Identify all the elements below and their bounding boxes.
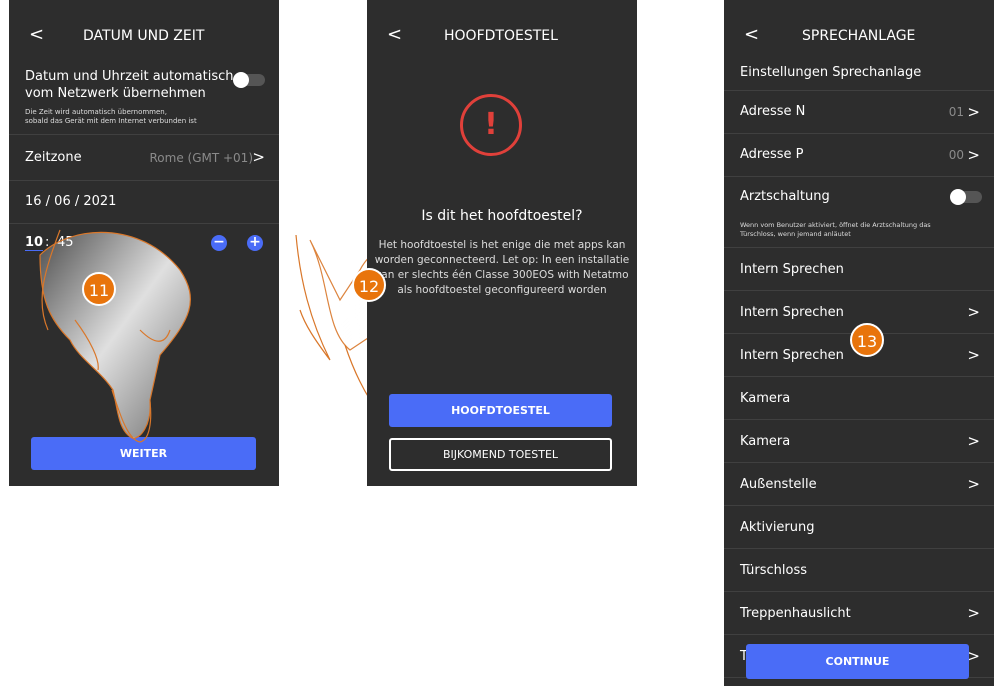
- chevron-right-icon: >: [252, 148, 265, 166]
- back-chevron-icon[interactable]: <: [29, 24, 44, 45]
- auto-time-label-2: vom Netzwerk übernehmen: [25, 86, 206, 101]
- list-item[interactable]: Intern Sprechen: [724, 248, 994, 291]
- chevron-right-icon: >: [967, 303, 980, 321]
- adresse-p-row[interactable]: Adresse P 00 >: [724, 134, 994, 177]
- screen-hoofdtoestel: < HOOFDTOESTEL ! Is dit het hoofdtoestel…: [367, 0, 637, 486]
- chevron-right-icon: >: [967, 475, 980, 493]
- auto-time-toggle[interactable]: [233, 72, 265, 88]
- adresse-n-label: Adresse N: [740, 104, 806, 119]
- auto-time-hint-1: Die Zeit wird automatisch übernommen,: [25, 108, 167, 116]
- list-item[interactable]: Außenstelle >: [724, 463, 994, 506]
- arztschaltung-label: Arztschaltung: [740, 189, 830, 204]
- screen-datum-und-zeit: < DATUM UND ZEIT Datum und Uhrzeit autom…: [9, 0, 279, 486]
- list-item[interactable]: Türschloss: [724, 549, 994, 592]
- desc-line-3: kan er slechts één Classe 300EOS with Ne…: [375, 269, 629, 281]
- adresse-n-row[interactable]: Adresse N 01 >: [724, 91, 994, 134]
- timezone-row[interactable]: Zeitzone Rome (GMT +01) >: [9, 135, 279, 181]
- step-badge-12: 12: [352, 268, 386, 302]
- page-title: DATUM UND ZEIT: [83, 28, 205, 44]
- bijkomend-toestel-button[interactable]: BIJKOMEND TOESTEL: [389, 438, 612, 471]
- page-title: HOOFDTOESTEL: [444, 28, 558, 44]
- question-text: Is dit het hoofdtoestel?: [421, 208, 583, 224]
- list-item[interactable]: Treppenhauslicht >: [724, 592, 994, 635]
- arztschaltung-toggle[interactable]: [950, 189, 982, 205]
- page-title: SPRECHANLAGE: [802, 28, 916, 44]
- step-badge-13: 13: [850, 323, 884, 357]
- back-chevron-icon[interactable]: <: [387, 24, 402, 45]
- minute-field[interactable]: 45: [57, 235, 74, 250]
- list-item[interactable]: Kamera: [724, 377, 994, 420]
- date-value: 16 / 06 / 2021: [25, 194, 117, 209]
- timezone-label: Zeitzone: [25, 150, 82, 165]
- back-chevron-icon[interactable]: <: [744, 24, 759, 45]
- chevron-right-icon: >: [967, 146, 980, 164]
- desc-line-4: als hoofdtoestel geconfigureerd worden: [397, 284, 607, 296]
- plus-circle-icon[interactable]: +: [247, 235, 263, 251]
- timezone-value: Rome (GMT +01): [149, 151, 253, 165]
- warning-circle-icon: !: [460, 94, 522, 156]
- chevron-right-icon: >: [967, 647, 980, 665]
- hour-field[interactable]: 10: [25, 235, 44, 251]
- minus-circle-icon[interactable]: −: [211, 235, 227, 251]
- time-row: 10 : 45 − +: [9, 224, 279, 264]
- weiter-button[interactable]: WEITER: [31, 437, 256, 470]
- adresse-n-value: 01: [948, 105, 964, 119]
- arztschaltung-hint-2: Türschloss, wenn jemand anläutet: [740, 230, 851, 238]
- hoofdtoestel-button[interactable]: HOOFDTOESTEL: [389, 394, 612, 427]
- adresse-p-label: Adresse P: [740, 147, 804, 162]
- continue-button[interactable]: CONTINUE: [746, 644, 969, 679]
- desc-line-1: Het hoofdtoestel is het enige die met ap…: [378, 239, 626, 251]
- auto-time-row: Datum und Uhrzeit automatisch vom Netzwe…: [9, 66, 279, 135]
- adresse-p-value: 00: [948, 148, 964, 162]
- date-row[interactable]: 16 / 06 / 2021: [9, 181, 279, 224]
- arztschaltung-hint-1: Wenn vom Benutzer aktiviert, öffnet die …: [740, 221, 931, 229]
- chevron-right-icon: >: [967, 346, 980, 364]
- chevron-right-icon: >: [967, 604, 980, 622]
- chevron-right-icon: >: [967, 103, 980, 121]
- desc-line-2: worden geconnecteerd. Let op: In een ins…: [374, 254, 630, 266]
- list-item[interactable]: Aktivierung: [724, 506, 994, 549]
- list-item[interactable]: Kamera >: [724, 420, 994, 463]
- arztschaltung-row: Arztschaltung Wenn vom Benutzer aktivier…: [724, 177, 994, 248]
- auto-time-label-1: Datum und Uhrzeit automatisch: [25, 69, 234, 84]
- time-colon: :: [45, 235, 50, 250]
- auto-time-hint-2: sobald das Gerät mit dem Internet verbun…: [25, 117, 197, 125]
- step-badge-11: 11: [82, 272, 116, 306]
- chevron-right-icon: >: [967, 432, 980, 450]
- section-header: Einstellungen Sprechanlage: [724, 56, 994, 91]
